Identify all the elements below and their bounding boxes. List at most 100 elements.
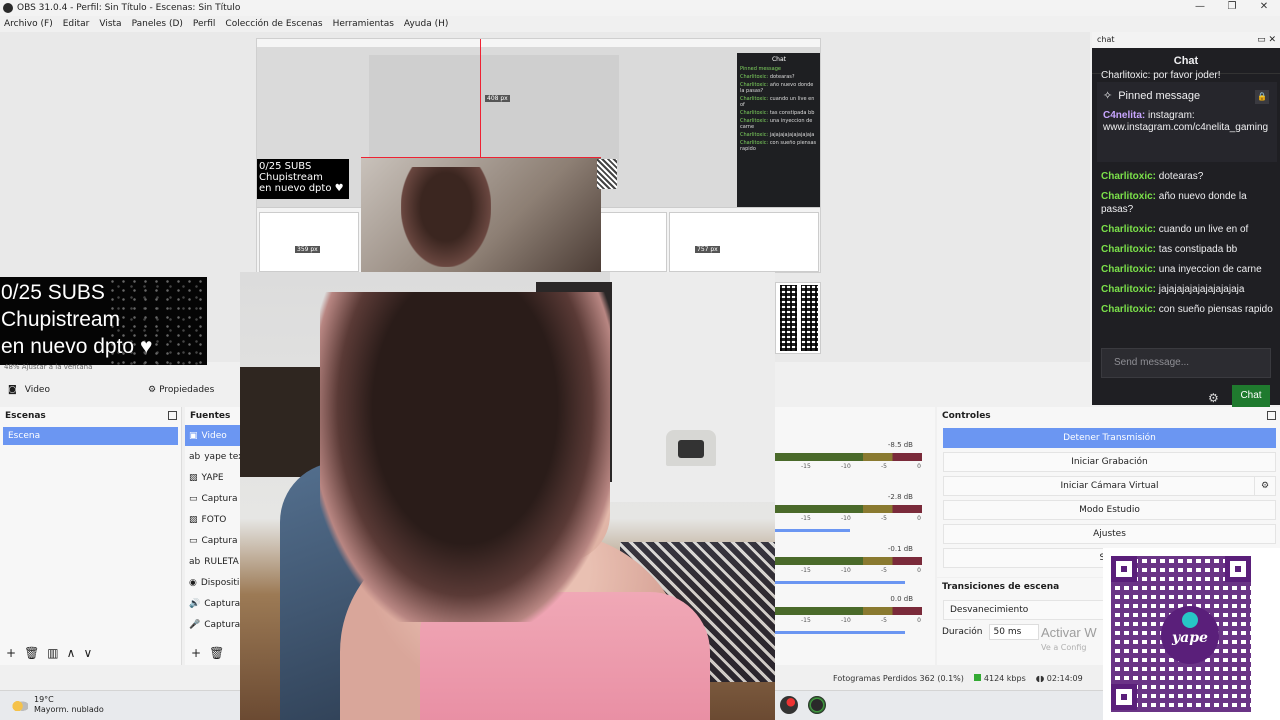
trash-icon[interactable]: 🗑	[209, 646, 224, 660]
meter-scale: -15 -10 -5 0	[801, 463, 921, 470]
scenes-dock: Escenas Escena + 🗑 ▥ ∧ ∨	[0, 407, 182, 665]
chat-message: Charlitoxic: con sueño piensas rapido	[1101, 304, 1273, 315]
add-icon[interactable]: +	[6, 646, 16, 660]
nested-controls-dock	[669, 212, 819, 272]
nested-chat: Chat Pinned message Charlitoxic: doteara…	[737, 53, 820, 218]
duration-input[interactable]: 50 ms	[988, 624, 1039, 640]
sources-dock: Fuentes ▣Video abyape text ▨YAPE ▭Captur…	[185, 407, 240, 665]
app-taskbar-icon[interactable]	[808, 696, 826, 714]
controls-header: Controles	[937, 407, 1280, 425]
meter-scale: -15 -10 -5 0	[801, 617, 921, 624]
menu-coleccion-escenas[interactable]: Colección de Escenas	[225, 19, 322, 29]
nested-chat-line: Charlitoxic: tas constipada bb	[740, 110, 815, 116]
start-recording-button[interactable]: Iniciar Grabación	[943, 452, 1276, 472]
preview-zoom-select[interactable]: 48% Ajustar a la ventana	[0, 363, 240, 373]
window-capture-icon: ▭	[189, 535, 198, 546]
menu-bar: Archivo (F) Editar Vista Paneles (D) Per…	[0, 16, 1090, 32]
menu-paneles[interactable]: Paneles (D)	[132, 19, 183, 29]
image-icon: ▨	[189, 514, 198, 525]
chat-message: Charlitoxic: cuando un live en of	[1101, 224, 1249, 235]
source-item[interactable]: 🔊 Captura	[185, 593, 240, 614]
menu-editar[interactable]: Editar	[63, 19, 90, 29]
yape-qr-code: yape	[1103, 548, 1280, 720]
filter-icon[interactable]: ▥	[47, 646, 58, 660]
source-item[interactable]: ▨ YAPE	[185, 467, 240, 488]
controls-title: Controles	[942, 411, 991, 421]
scenes-title: Escenas	[5, 411, 46, 421]
microphone-icon: 🎤	[189, 619, 201, 630]
chat-panel: Chat Charlitoxic: por favor joder! ✧ Pinn…	[1092, 48, 1280, 407]
menu-vista[interactable]: Vista	[99, 19, 121, 29]
settings-button[interactable]: Ajustes	[943, 524, 1276, 544]
chat-send-button[interactable]: Chat	[1232, 385, 1270, 407]
selection-guide-line	[361, 157, 601, 158]
nested-chat-title: Chat	[771, 56, 787, 63]
trash-icon[interactable]: 🗑	[24, 646, 39, 660]
undock-icon[interactable]	[1267, 411, 1276, 420]
nested-chat-line: Charlitoxic: jajajajajajajajajaja	[740, 132, 815, 138]
source-item[interactable]: 🎤 Captura	[185, 614, 240, 635]
lock-icon[interactable]: 🔒	[1255, 90, 1269, 104]
menu-archivo[interactable]: Archivo (F)	[4, 19, 53, 29]
source-item[interactable]: ▭ Captura	[185, 530, 240, 551]
image-icon: ▨	[189, 472, 198, 483]
level-meter	[775, 505, 922, 513]
nested-obs-capture: Chat Pinned message Charlitoxic: doteara…	[256, 38, 821, 273]
stop-streaming-button[interactable]: Detener Transmisión	[943, 428, 1276, 448]
source-item[interactable]: ▣ Video	[185, 425, 240, 446]
weather-widget[interactable]: 19°C Mayorm. nublado	[12, 695, 104, 715]
chat-message-input[interactable]: Send message...	[1101, 348, 1271, 378]
nested-chat-line: Charlitoxic: cuando un live en of	[740, 96, 815, 108]
move-up-icon[interactable]: ∧	[67, 646, 76, 660]
scene-item[interactable]: Escena	[3, 427, 178, 445]
dock-controls[interactable]: ▭ ✕	[1257, 35, 1276, 45]
source-label: Captura	[201, 493, 238, 504]
source-item[interactable]: ▨ FOTO	[185, 509, 240, 530]
sources-footer: + 🗑	[185, 641, 224, 665]
maximize-button[interactable]: ❐	[1216, 0, 1248, 16]
obs-logo-icon	[3, 3, 13, 13]
gear-icon[interactable]: ⚙	[1208, 391, 1219, 405]
nested-chat-line: Charlitoxic: con sueño piensas rapido	[740, 140, 817, 152]
nested-title-bar	[257, 39, 820, 47]
menu-perfil[interactable]: Perfil	[193, 19, 216, 29]
menu-herramientas[interactable]: Herramientas	[333, 19, 394, 29]
gear-icon: ⚙	[148, 385, 157, 395]
pin-icon: ✧	[1103, 90, 1113, 102]
bitrate: 4124 kbps	[973, 673, 1026, 683]
volume-slider[interactable]	[775, 529, 850, 532]
meter-scale: -15 -10 -5 0	[801, 515, 921, 522]
pinned-user: C4nelita:	[1103, 110, 1146, 121]
mixer-db: -8.5 dB	[887, 441, 913, 449]
source-label: RULETA	[204, 556, 239, 567]
volume-slider[interactable]	[775, 631, 905, 634]
sources-header: Fuentes	[185, 407, 240, 425]
scenes-header: Escenas	[0, 407, 181, 425]
minimize-button[interactable]: —	[1184, 0, 1216, 16]
source-item[interactable]: abyape text	[185, 446, 240, 467]
menu-ayuda[interactable]: Ayuda (H)	[404, 19, 448, 29]
dropped-frames: Fotogramas Perdidos 362 (0.1%)	[833, 673, 964, 683]
add-icon[interactable]: +	[191, 646, 201, 660]
source-item[interactable]: ◉ Dispositi	[185, 572, 240, 593]
gear-icon[interactable]: ⚙	[1254, 476, 1276, 496]
properties-button[interactable]: ⚙ Propiedades	[148, 382, 214, 398]
chat-dock-title: chat ▭ ✕	[1097, 35, 1276, 45]
move-down-icon[interactable]: ∨	[83, 646, 92, 660]
source-item[interactable]: ab RULETA	[185, 551, 240, 572]
close-button[interactable]: ✕	[1248, 0, 1280, 16]
start-virtual-camera-button[interactable]: Iniciar Cámara Virtual ⚙	[943, 476, 1276, 496]
subs-goal-line: 0/25 SUBS	[1, 281, 105, 304]
status-bar: Fotogramas Perdidos 362 (0.1%) 4124 kbps…	[775, 668, 1105, 688]
undock-icon[interactable]	[168, 411, 177, 420]
obs-taskbar-icon[interactable]	[780, 696, 798, 714]
properties-label: Propiedades	[159, 385, 215, 395]
window-title: OBS 31.0.4 - Perfil: Sin Título - Escena…	[17, 3, 241, 13]
source-item[interactable]: ▭ Captura	[185, 488, 240, 509]
studio-mode-button[interactable]: Modo Estudio	[943, 500, 1276, 520]
volume-slider[interactable]	[775, 581, 905, 584]
broadcast-icon: ◖◗	[1035, 673, 1047, 683]
camera-icon: ◙	[8, 385, 17, 395]
pinned-title: Pinned message	[1118, 90, 1201, 102]
source-label: Dispositi	[200, 577, 240, 588]
